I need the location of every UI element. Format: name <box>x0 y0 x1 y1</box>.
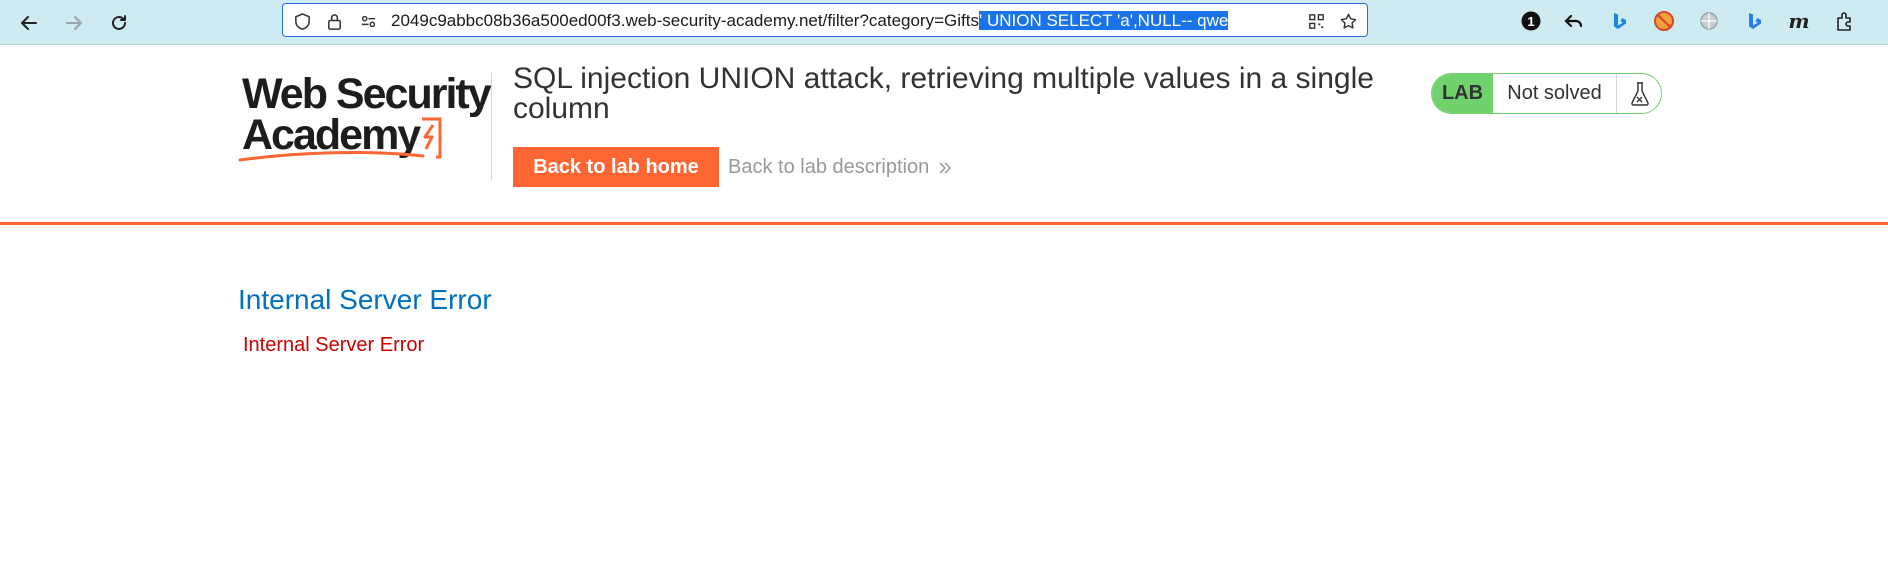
address-bar[interactable]: 2049c9abbc08b36a500ed00f3.web-security-a… <box>282 3 1368 37</box>
error-heading: Internal Server Error <box>238 284 492 315</box>
blocker-extension-icon[interactable] <box>1652 9 1676 33</box>
reload-button[interactable] <box>102 6 136 40</box>
url-plain: 2049c9abbc08b36a500ed00f3.web-security-a… <box>391 11 979 30</box>
permissions-icon[interactable] <box>357 10 379 32</box>
header-divider <box>491 72 492 180</box>
bing-icon[interactable] <box>1607 9 1631 33</box>
flask-icon <box>1616 74 1661 113</box>
star-icon[interactable] <box>1337 10 1359 32</box>
back-to-lab-home-button[interactable]: Back to lab home <box>513 147 719 187</box>
forward-button[interactable] <box>57 6 91 40</box>
bing-copilot-icon[interactable] <box>1742 9 1766 33</box>
url-text[interactable]: 2049c9abbc08b36a500ed00f3.web-security-a… <box>391 11 1229 31</box>
extension-badge-count: 1 <box>1527 13 1535 29</box>
lab-status-badge: LAB <box>1432 74 1493 113</box>
extensions-puzzle-icon[interactable] <box>1833 9 1857 33</box>
m-extension-icon[interactable]: m <box>1787 9 1811 33</box>
web-security-academy-logo[interactable]: Web Security Academy <box>238 68 492 164</box>
browser-toolbar: 2049c9abbc08b36a500ed00f3.web-security-a… <box>0 0 1888 45</box>
lab-status-widget: LAB Not solved <box>1431 73 1662 114</box>
url-selected: ' UNION SELECT 'a',NULL-- qwe <box>978 11 1229 30</box>
back-to-lab-description-link[interactable]: Back to lab description <box>728 156 953 179</box>
logo-lightning-icon <box>238 117 442 162</box>
undo-icon[interactable] <box>1562 9 1586 33</box>
lab-title: SQL injection UNION attack, retrieving m… <box>513 62 1374 125</box>
globe-extension-icon[interactable] <box>1697 9 1721 33</box>
shield-icon[interactable] <box>291 10 313 32</box>
arrow-left-icon <box>21 16 37 30</box>
back-to-lab-description-label: Back to lab description <box>728 156 930 178</box>
double-chevron-right-icon <box>939 161 952 174</box>
header-bottom-rule <box>0 222 1888 225</box>
extension-counter-icon[interactable]: 1 <box>1519 9 1543 33</box>
reload-icon <box>112 15 126 30</box>
arrow-right-icon <box>66 16 82 30</box>
back-button[interactable] <box>12 6 46 40</box>
m-extension-label: m <box>1788 9 1810 33</box>
lab-status-text: Not solved <box>1507 82 1602 104</box>
lock-icon[interactable] <box>323 10 345 32</box>
error-message: Internal Server Error <box>243 334 425 356</box>
qr-code-icon[interactable] <box>1305 10 1327 32</box>
